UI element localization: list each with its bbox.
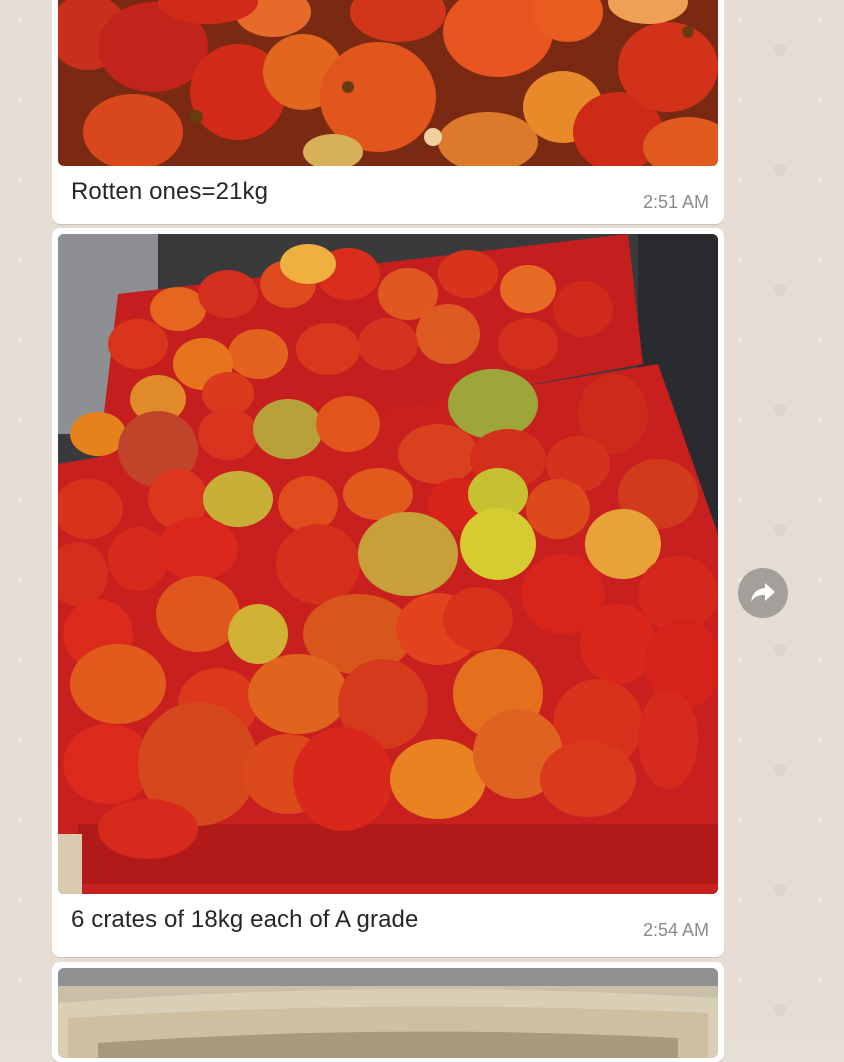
message-timestamp: 2:54 AM [642,920,709,940]
message-bubble[interactable]: Rotten ones=21kg 2:51 AM [52,0,724,224]
message-bubble[interactable] [52,962,724,1062]
forward-arrow-icon [751,583,775,602]
message-photo[interactable] [58,968,718,1058]
message-caption: 6 crates of 18kg each of A grade [71,906,419,933]
caption-row: 6 crates of 18kg each of A grade 2:54 AM [58,894,718,950]
partial-photo-image [58,968,718,1058]
message-bubble[interactable]: 6 crates of 18kg each of A grade 2:54 AM [52,228,724,957]
caption-row: Rotten ones=21kg 2:51 AM [58,166,718,222]
message-photo[interactable] [58,0,718,166]
rotten-tomatoes-image [58,0,718,166]
tomato-crates-image [58,234,718,894]
message-photo[interactable] [58,234,718,894]
message-timestamp: 2:51 AM [642,192,709,212]
message-caption: Rotten ones=21kg [71,178,269,205]
forward-button[interactable] [738,568,788,618]
